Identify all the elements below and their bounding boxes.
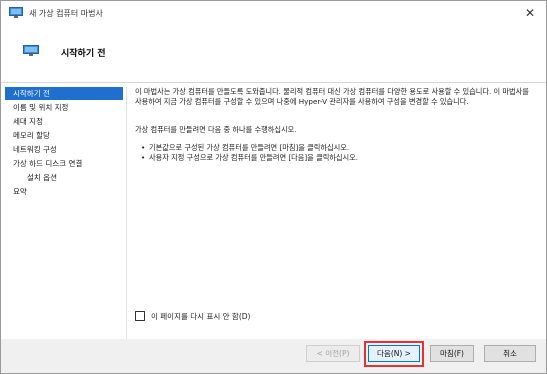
nav-item-networking[interactable]: 네트워킹 구성 bbox=[5, 143, 123, 156]
nav-item-before-you-begin[interactable]: 시작하기 전 bbox=[5, 87, 123, 100]
options-list: 기본값으로 구성된 가상 컴퓨터를 만들려면 [마침]을 클릭하십시오. 사용자… bbox=[141, 143, 539, 162]
dont-show-again-checkbox[interactable] bbox=[135, 311, 145, 321]
instruction-paragraph: 가상 컴퓨터를 만들려면 다음 중 하나를 수행하십시오. bbox=[135, 125, 297, 134]
next-button-highlight bbox=[364, 341, 424, 367]
cancel-button[interactable]: 취소 bbox=[484, 345, 536, 362]
close-icon[interactable]: ✕ bbox=[522, 5, 538, 21]
dont-show-again-row[interactable]: 이 페이지를 다시 표시 안 함(D) bbox=[135, 310, 250, 322]
nav-item-summary[interactable]: 요약 bbox=[5, 185, 123, 198]
nav-item-memory[interactable]: 메모리 할당 bbox=[5, 129, 123, 142]
page-title: 시작하기 전 bbox=[61, 49, 106, 59]
list-item: 사용자 지정 구성으로 가상 컴퓨터를 만들려면 [다음]을 클릭하십시오. bbox=[141, 153, 539, 163]
previous-button[interactable]: < 이전(P) bbox=[306, 345, 360, 362]
nav-item-generation[interactable]: 세대 지정 bbox=[5, 115, 123, 128]
title-bar: 새 가상 컴퓨터 마법사 ✕ bbox=[1, 1, 546, 25]
finish-button[interactable]: 마침(F) bbox=[430, 345, 474, 362]
monitor-icon bbox=[23, 45, 39, 56]
monitor-icon bbox=[9, 7, 23, 18]
nav-item-name-location[interactable]: 이름 및 위치 지정 bbox=[5, 101, 123, 114]
dont-show-again-label[interactable]: 이 페이지를 다시 표시 안 함(D) bbox=[151, 311, 250, 322]
wizard-header: 시작하기 전 bbox=[1, 25, 546, 83]
window-title: 새 가상 컴퓨터 마법사 bbox=[29, 9, 103, 18]
nav-item-virtual-hard-disk[interactable]: 가상 하드 디스크 연결 bbox=[5, 157, 123, 170]
intro-paragraph: 이 마법사는 가상 컴퓨터를 만들도록 도와줍니다. 물리적 컴퓨터 대신 가상… bbox=[135, 87, 529, 106]
wizard-steps-nav: 시작하기 전 이름 및 위치 지정 세대 지정 메모리 할당 네트워킹 구성 가… bbox=[1, 87, 127, 343]
list-item: 기본값으로 구성된 가상 컴퓨터를 만들려면 [마침]을 클릭하십시오. bbox=[141, 143, 539, 153]
nav-item-install-options[interactable]: 설치 옵션 bbox=[5, 171, 123, 184]
wizard-window: 새 가상 컴퓨터 마법사 ✕ 시작하기 전 시작하기 전 이름 및 위치 지정 … bbox=[0, 0, 547, 374]
